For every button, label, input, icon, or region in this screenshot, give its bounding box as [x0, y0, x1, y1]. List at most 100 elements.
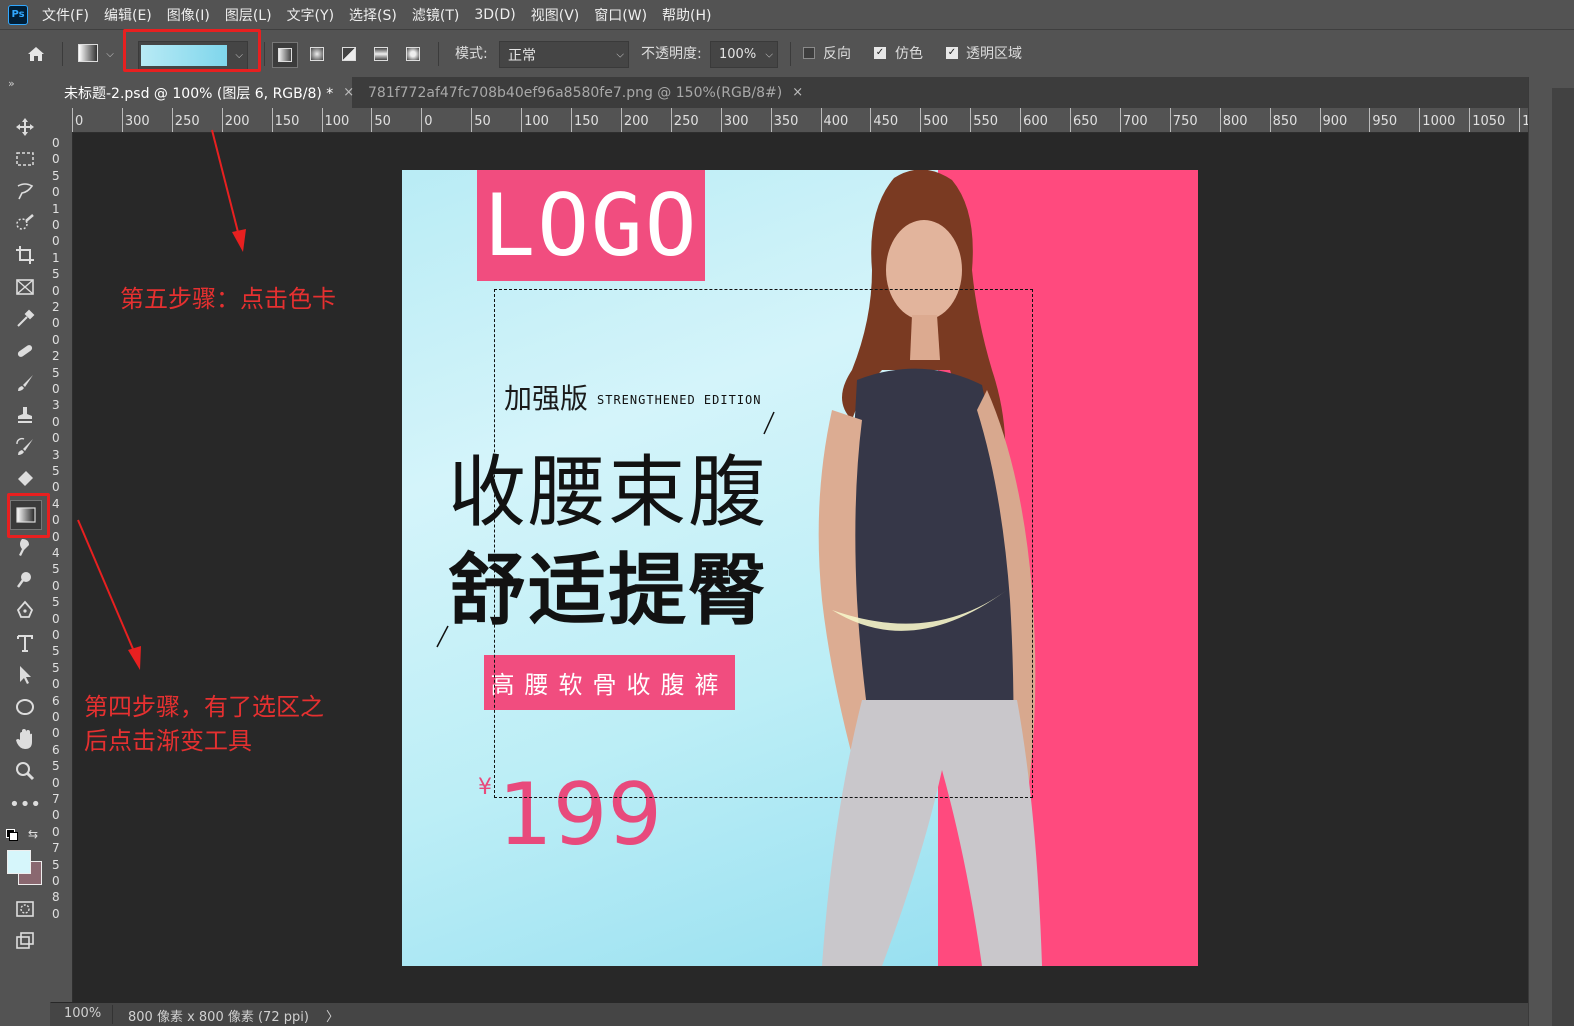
ruler-label: 0	[52, 136, 60, 150]
ellipse-icon[interactable]	[10, 693, 40, 721]
angle-gradient-button[interactable]	[337, 42, 361, 66]
ruler-label: 950	[1372, 114, 1398, 129]
dodge-icon[interactable]	[10, 565, 40, 593]
marquee-icon[interactable]	[10, 145, 40, 173]
zoom-level[interactable]: 100%	[64, 1006, 101, 1021]
menu-file[interactable]: 文件(F)	[42, 5, 89, 25]
mode-dropdown[interactable]: 正常 ⌵	[499, 41, 629, 68]
document-canvas[interactable]: LOGO 加强版 STRENGTHENED EDITION 收腰束腹 舒适提臀 …	[402, 170, 1198, 966]
ruler-label: 0	[52, 906, 60, 921]
ruler-label: 50	[474, 114, 491, 129]
ruler-label: 5	[52, 759, 60, 774]
radial-gradient-button[interactable]	[305, 42, 329, 66]
close-icon[interactable]: ×	[343, 85, 354, 100]
ruler-label: 450	[873, 114, 899, 129]
chevron-down-icon: ⌵	[765, 49, 773, 60]
home-icon[interactable]	[20, 40, 52, 68]
menu-window[interactable]: 窗口(W)	[594, 5, 647, 25]
frame-icon[interactable]	[10, 273, 40, 301]
menu-help[interactable]: 帮助(H)	[662, 5, 711, 25]
ruler-label: 0	[52, 513, 60, 528]
menu-layer[interactable]: 图层(L)	[225, 5, 272, 25]
ruler-label: 300	[124, 114, 150, 129]
ruler-tick	[770, 108, 772, 132]
ruler-label: 0	[424, 114, 433, 129]
ruler-label: 0	[52, 874, 60, 888]
ruler-tick	[1319, 108, 1321, 132]
move-icon[interactable]	[10, 113, 40, 141]
chevron-down-icon[interactable]: ⌵	[104, 44, 116, 64]
crop-icon[interactable]	[10, 241, 40, 269]
reverse-checkbox[interactable]	[803, 47, 815, 59]
swap-colors-icon[interactable]: ⇆	[28, 827, 38, 841]
path-select-icon[interactable]	[10, 661, 40, 689]
menu-3d[interactable]: 3D(D)	[474, 7, 515, 23]
transparency-checkbox[interactable]: ✓	[946, 47, 958, 59]
ruler-tick	[1119, 108, 1121, 132]
horizontal-ruler[interactable]: 0 300 250 200 150 100 50 0 50 100 150 200 250 300 350 4…	[50, 108, 1528, 133]
brush-icon[interactable]	[10, 369, 40, 397]
status-menu-arrow[interactable]: 〉	[326, 1006, 339, 1025]
menu-filter[interactable]: 滤镜(T)	[412, 5, 459, 25]
ruler-label: 0	[52, 382, 60, 396]
menu-edit[interactable]: 编辑(E)	[104, 5, 152, 25]
ruler-tick	[1369, 108, 1371, 132]
tab-untitled-2[interactable]: 未标题-2.psd @ 100% (图层 6, RGB/8) * ×	[50, 77, 354, 108]
type-icon[interactable]	[10, 629, 40, 657]
ruler-label: 1050	[1472, 114, 1506, 129]
ruler-label: 0	[52, 283, 60, 298]
menu-image[interactable]: 图像(I)	[167, 5, 210, 25]
zoom-icon[interactable]	[10, 757, 40, 785]
foreground-color-swatch[interactable]	[7, 850, 31, 874]
diamond-gradient-button[interactable]	[401, 42, 425, 66]
opacity-field[interactable]: 100% ⌵	[710, 41, 778, 68]
lasso-icon[interactable]	[10, 177, 40, 205]
hand-icon[interactable]	[10, 725, 40, 753]
gradient-tool-preset-icon[interactable]	[76, 42, 100, 64]
menu-view[interactable]: 视图(V)	[531, 5, 580, 25]
document-tabs: 未标题-2.psd @ 100% (图层 6, RGB/8) * × 781f7…	[50, 77, 1528, 108]
ruler-label: 100	[324, 114, 350, 129]
stamp-icon[interactable]	[10, 401, 40, 429]
eyedropper-icon[interactable]	[10, 305, 40, 333]
ruler-label: 3	[52, 447, 60, 462]
ruler-tick	[521, 108, 523, 132]
ruler-label: 0	[52, 234, 60, 249]
ruler-label: 6	[52, 742, 60, 757]
pen-icon[interactable]	[10, 597, 40, 625]
ruler-label: 0	[52, 628, 60, 642]
ruler-label: 900	[1322, 114, 1348, 129]
ruler-label: 800	[1222, 114, 1248, 129]
close-icon[interactable]: ×	[792, 85, 803, 100]
tab-png-image[interactable]: 781f772af47fc708b40ef96a8580fe7.png @ 15…	[354, 77, 803, 108]
ruler-tick	[920, 108, 922, 132]
ruler-tick	[1269, 108, 1271, 132]
ruler-label: 5	[52, 168, 60, 183]
healing-icon[interactable]	[10, 337, 40, 365]
ruler-label: 1	[52, 201, 60, 216]
ruler-label: 50	[374, 114, 391, 129]
marquee-selection[interactable]	[494, 289, 1033, 798]
collapsed-panels[interactable]	[1552, 88, 1574, 1026]
more-icon[interactable]: •••	[9, 790, 41, 818]
document-size: 800 像素 x 800 像素 (72 ppi)	[128, 1010, 309, 1025]
ruler-label: 5	[52, 857, 60, 872]
reflected-gradient-button[interactable]	[369, 42, 393, 66]
ruler-label: 0	[52, 431, 60, 446]
default-colors-icon[interactable]	[6, 829, 18, 841]
ruler-label: 0	[52, 185, 60, 200]
ruler-label: 3	[52, 398, 60, 413]
dither-checkbox[interactable]: ✓	[874, 47, 886, 59]
expand-panel-icon[interactable]: »	[8, 77, 15, 90]
vertical-ruler[interactable]: 0050100150200250300350400450500550600650…	[50, 132, 73, 1002]
menu-select[interactable]: 选择(S)	[349, 5, 397, 25]
ruler-tick	[670, 108, 672, 132]
history-brush-icon[interactable]	[10, 433, 40, 461]
linear-gradient-button[interactable]	[272, 42, 298, 68]
quick-mask-icon[interactable]	[10, 895, 40, 923]
eraser-icon[interactable]	[10, 465, 40, 493]
screen-mode-icon[interactable]	[10, 927, 40, 955]
quick-select-icon[interactable]	[10, 209, 40, 237]
menu-type[interactable]: 文字(Y)	[287, 5, 334, 25]
ruler-label: 500	[923, 114, 949, 129]
